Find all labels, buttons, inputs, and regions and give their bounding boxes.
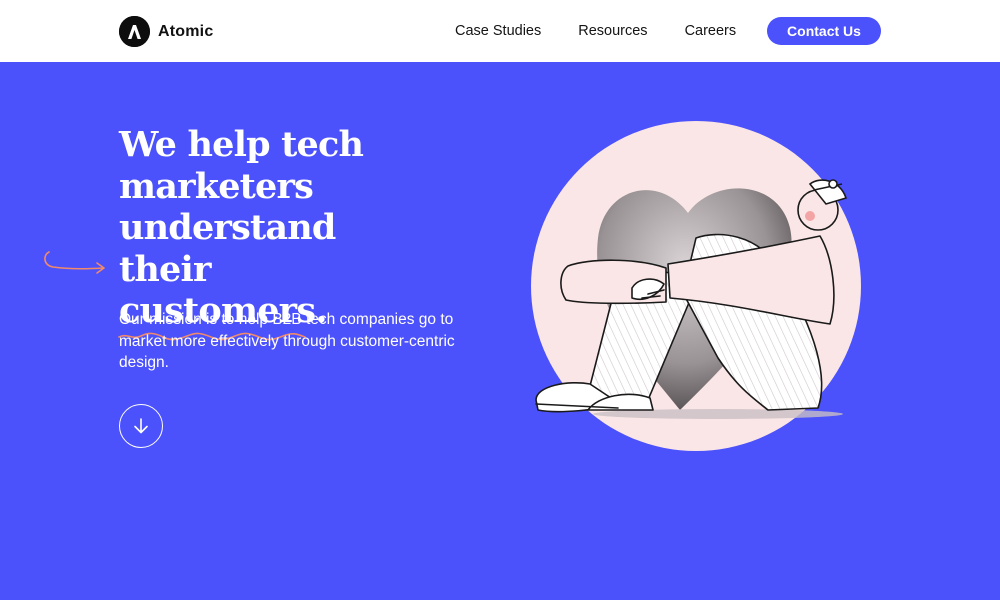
hero-illustration <box>531 121 861 451</box>
nav-case-studies[interactable]: Case Studies <box>455 23 541 39</box>
mission-text: Our mission is to help B2B tech companie… <box>119 311 455 371</box>
nav-careers[interactable]: Careers <box>685 23 737 39</box>
site-header: Atomic Case Studies Resources Careers Co… <box>0 0 1000 62</box>
headline-line: We help tech <box>119 124 364 165</box>
logo-text: Atomic <box>158 22 214 40</box>
curved-arrow-icon <box>44 251 105 274</box>
headline-prefix: their <box>119 248 211 290</box>
logo-link[interactable]: Atomic <box>119 16 213 47</box>
contact-us-button[interactable]: Contact Us <box>767 17 881 45</box>
nav-resources[interactable]: Resources <box>578 23 647 39</box>
headline-line: marketers <box>119 165 314 207</box>
arrow-down-icon <box>134 418 148 434</box>
main-nav: Case Studies Resources Careers <box>455 17 736 45</box>
scroll-down-button[interactable] <box>119 404 163 448</box>
hero-headline: We help tech marketers understand their … <box>118 124 479 340</box>
headline-line: understand <box>119 207 336 248</box>
atomic-logo-icon <box>119 16 150 47</box>
